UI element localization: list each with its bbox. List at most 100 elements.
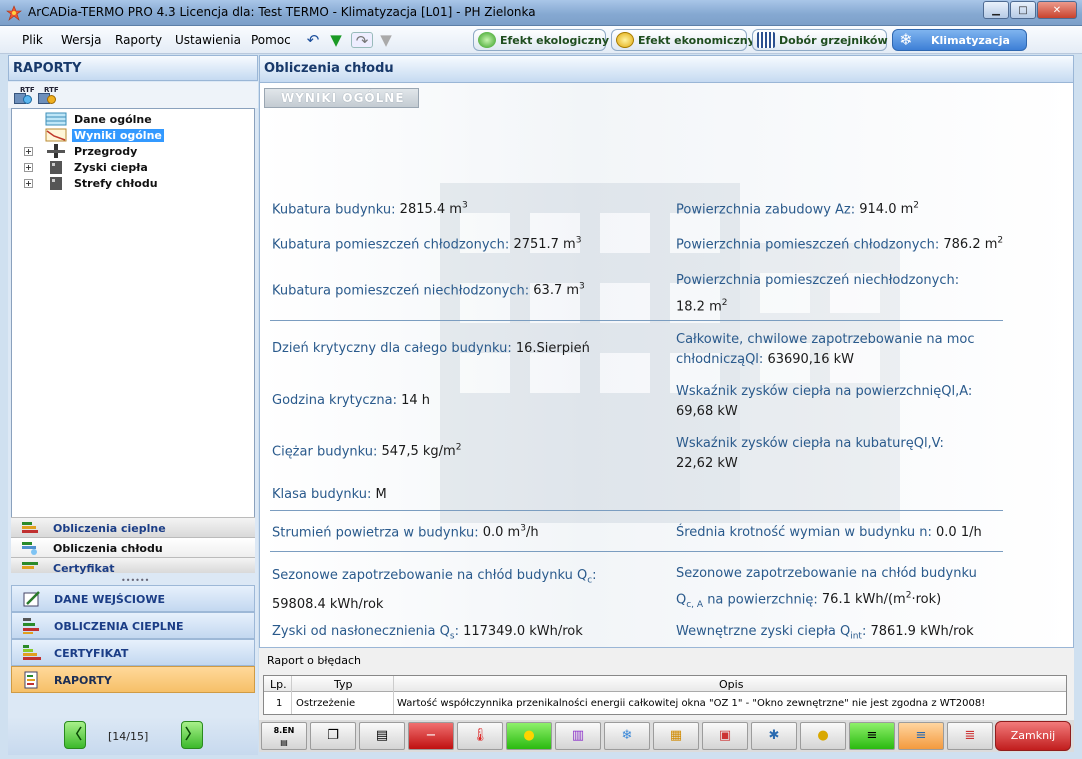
godzina-krytyczna-row: Godzina krytyczna: 14 h (272, 393, 430, 408)
error-table[interactable]: Lp. Typ Opis 1 Ostrzeżenie Wartość współ… (263, 675, 1067, 715)
column-header-opis[interactable]: Opis (719, 678, 743, 691)
results-area: WYNIKI OGÓLNE Kubatura budynku: 2815.4 m… (259, 83, 1074, 648)
next-page-button[interactable]: 〉 (181, 721, 203, 749)
field-label: Wewnętrzne zyski ciepła Q (676, 624, 851, 639)
expand-icon[interactable]: + (24, 163, 33, 172)
wskaznik-kubatura-row: Wskaźnik zysków ciepła na kubaturęQl,V: … (676, 434, 944, 474)
field-label: Q (676, 592, 687, 608)
unit-exponent: 3 (461, 201, 468, 211)
heat-calc-button[interactable]: ≡ (849, 722, 895, 750)
field-value: 547,5 kg/m2 (382, 443, 462, 459)
unit-exponent: 2 (721, 298, 728, 308)
field-label: Wskaźnik zysków ciepła na kubaturęQl,V: (676, 436, 944, 451)
value-text: 63.7 m (533, 283, 580, 299)
column-header-typ[interactable]: Typ (334, 678, 353, 691)
zamknij-button[interactable]: Zamknij (995, 721, 1071, 751)
field-value: M (375, 487, 387, 502)
maximize-icon: □ (1018, 4, 1028, 16)
prev-page-button[interactable]: 〈 (64, 721, 86, 749)
certificate-button[interactable]: ≣ (947, 722, 993, 750)
leaf-icon (478, 32, 496, 48)
field-value: 2815.4 m3 (400, 201, 468, 217)
subtab-obliczenia-chlodu[interactable]: Obliczenia chłodu (11, 537, 255, 557)
palette-icon: ▥ (571, 728, 585, 743)
copy-icon: ❐ (327, 728, 339, 743)
section-divider (270, 320, 1003, 321)
value-text: 2751.7 m (513, 237, 576, 253)
copy-button[interactable]: ❐ (310, 722, 356, 750)
radiator-button[interactable]: ▦ (653, 722, 699, 750)
field-label: Powierzchnia pomieszczeń niechłodzonych: (676, 273, 960, 288)
menu-bar: Plik Wersja Raporty Ustawienia Pomoc ↶ ▼… (0, 26, 1082, 54)
column-header-lp[interactable]: Lp. (270, 678, 287, 691)
tree-item-label: Zyski ciepła (74, 161, 148, 174)
field-label: Ciężar budynku: (272, 444, 382, 460)
sun-button[interactable]: ● (506, 722, 552, 750)
subtab-obliczenia-cieplne[interactable]: Obliczenia cieplne (11, 517, 255, 537)
rtf-settings-button[interactable]: RTF (36, 86, 59, 104)
splitter-handle[interactable]: •••••• (121, 576, 149, 585)
colors-button[interactable]: ▥ (555, 722, 601, 750)
menu-ustawienia[interactable]: Ustawienia (175, 33, 241, 47)
heater-button[interactable]: ▣ (702, 722, 748, 750)
field-value: 63.7 m3 (533, 282, 585, 299)
report-icon (24, 671, 38, 689)
mode-label: Klimatyzacja (931, 33, 1010, 47)
expand-icon[interactable]: + (24, 147, 33, 156)
rtf-export-button[interactable]: RTF (12, 86, 35, 104)
nav-raporty[interactable]: RAPORTY (11, 666, 255, 693)
field-label: Dzień krytyczny dla całego budynku: (272, 341, 516, 356)
certificate-icon: ≣ (964, 728, 976, 743)
cooling-calc-button[interactable]: ≡ (898, 722, 944, 750)
mode-efekt-ekonomiczny-button[interactable]: Efekt ekonomiczny (611, 29, 755, 51)
cooling-button[interactable]: ❄ (604, 722, 650, 750)
mode-efekt-ekologiczny-button[interactable]: Efekt ekologiczny (473, 29, 609, 51)
gear-icon (47, 95, 56, 104)
close-button[interactable]: ✕ (1037, 1, 1077, 19)
undo-icon[interactable]: ↶ (305, 32, 321, 48)
sun-icon: ● (523, 728, 535, 743)
nav-dane-wejsciowe[interactable]: DANE WEJŚCIOWE (11, 585, 255, 612)
nav-obliczenia-cieplne[interactable]: OBLICZENIA CIEPLNE (11, 612, 255, 639)
user-button[interactable]: ● (800, 722, 846, 750)
pencil-icon (23, 591, 40, 607)
subtab-certyfikat[interactable]: Certyfikat (11, 557, 255, 575)
mode-dobor-grzejnikow-button[interactable]: Dobór grzejników (752, 29, 888, 51)
mode-label: Dobór grzejników (779, 33, 888, 47)
document-button[interactable]: ▤ (359, 722, 405, 750)
zyski-wewnetrzne-row: Wewnętrzne zyski ciepła Qint: 7861.9 kWh… (676, 624, 974, 642)
remove-button[interactable]: − (408, 722, 454, 750)
tree-item-label: Dane ogólne (74, 113, 152, 126)
menu-raporty[interactable]: Raporty (115, 33, 162, 47)
menu-plik[interactable]: Plik (22, 33, 43, 47)
ventilation-button[interactable]: ✱ (751, 722, 797, 750)
down-arrow-icon[interactable]: ▼ (328, 32, 344, 48)
redo-icon[interactable]: ↷ (351, 32, 373, 49)
error-report-title: Raport o błędach (267, 654, 362, 667)
thermometer-icon: 🌡 (471, 728, 489, 743)
thermometer-button[interactable]: 🌡 (457, 722, 503, 750)
maximize-button[interactable]: □ (1010, 1, 1036, 19)
field-value: 7861.9 kWh/rok (870, 624, 974, 639)
document-icon: ▤ (375, 728, 389, 743)
en-standard-button[interactable]: 8.EN ▤ (261, 722, 307, 750)
field-label-colon: : (592, 568, 597, 583)
field-label: Kubatura pomieszczeń chłodzonych: (272, 237, 514, 253)
field-label: Kubatura budynku: (272, 202, 400, 218)
tree-item-label: Przegrody (74, 145, 138, 158)
report-tree[interactable]: Dane ogólne Wyniki ogólne + Przegrody + … (11, 108, 255, 570)
app-logo-icon (6, 5, 22, 21)
heat-calc-icon (22, 522, 38, 533)
mode-klimatyzacja-button[interactable]: ❄ Klimatyzacja (892, 29, 1027, 51)
powierzchnia-niechlodzonych-row: Powierzchnia pomieszczeń niechłodzonych:… (676, 270, 1006, 318)
unit-exponent: 3 (579, 282, 585, 292)
field-value: 914.0 m2 (859, 201, 919, 217)
expand-icon[interactable]: + (24, 179, 33, 188)
building-icon (50, 161, 62, 174)
menu-pomoc[interactable]: Pomoc (251, 33, 291, 47)
minimize-button[interactable]: ▁ (983, 1, 1009, 19)
value-unit: /h (525, 525, 539, 541)
menu-wersja[interactable]: Wersja (61, 33, 101, 47)
field-label: Całkowite, chwilowe zapotrzebowanie na m… (676, 332, 975, 347)
nav-certyfikat[interactable]: CERTYFIKAT (11, 639, 255, 666)
